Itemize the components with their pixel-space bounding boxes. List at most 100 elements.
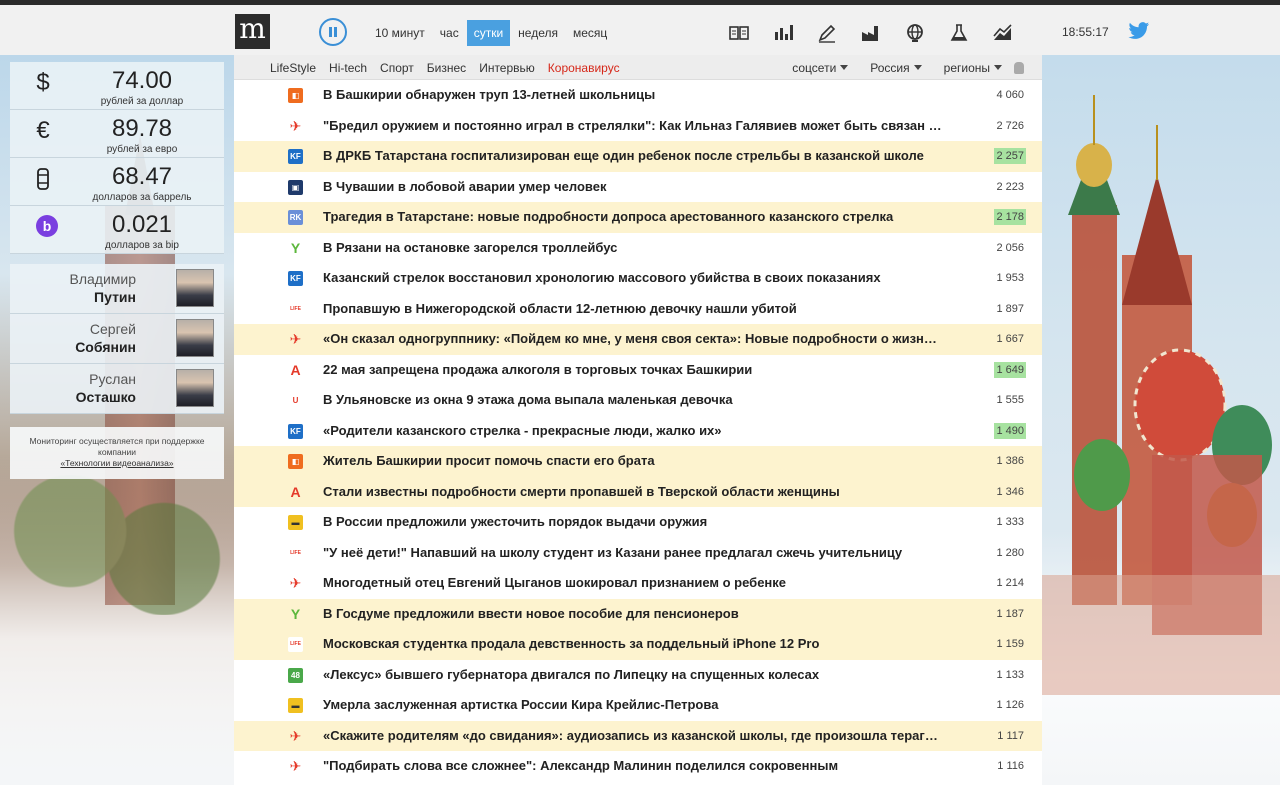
news-row[interactable]: ✈ «Он сказал одногруппнику: «Пойдем ко мн… bbox=[234, 324, 1042, 355]
news-title[interactable]: В России предложили ужесточить порядок в… bbox=[323, 514, 943, 529]
period-hour[interactable]: час bbox=[433, 20, 466, 46]
support-link[interactable]: «Технологии видеоанализа» bbox=[60, 458, 173, 468]
source-kf-icon[interactable]: KF bbox=[288, 271, 303, 286]
source-u-red-icon[interactable]: U bbox=[288, 393, 303, 408]
news-title[interactable]: «Скажите родителям «до свидания»: аудиоз… bbox=[323, 728, 943, 743]
source-y-green-icon[interactable]: Y bbox=[288, 606, 303, 622]
twitter-icon[interactable] bbox=[1128, 21, 1150, 41]
news-row[interactable]: A 22 мая запрещена продажа алкоголя в тор… bbox=[234, 354, 1042, 385]
news-row[interactable]: A Стали известны подробности смерти пропа… bbox=[234, 476, 1042, 507]
news-row[interactable]: ✈ «Скажите родителям «до свидания»: аудио… bbox=[234, 720, 1042, 751]
newspaper-icon[interactable] bbox=[728, 22, 750, 44]
subnav-lifestyle[interactable]: LifeStyle bbox=[270, 61, 316, 75]
source-48-icon[interactable]: 48 bbox=[288, 667, 303, 683]
trend-icon[interactable] bbox=[992, 22, 1014, 44]
news-row[interactable]: ✈ "Бредил оружием и постоянно играл в стр… bbox=[234, 110, 1042, 141]
globe-icon[interactable] bbox=[904, 22, 926, 44]
source-bird-red-icon[interactable]: ✈ bbox=[288, 759, 303, 774]
source-bird-red-icon[interactable]: ✈ bbox=[288, 728, 303, 744]
news-row[interactable]: KF В ДРКБ Татарстана госпитализирован еще… bbox=[234, 141, 1042, 172]
news-title[interactable]: "У неё дети!" Напавший на школу студент … bbox=[323, 545, 943, 560]
subnav-hitech[interactable]: Hi-tech bbox=[329, 61, 367, 75]
news-title[interactable]: В Госдуме предложили ввести новое пособи… bbox=[323, 606, 943, 621]
news-row[interactable]: U В Ульяновске из окна 9 этажа дома выпал… bbox=[234, 385, 1042, 416]
news-title[interactable]: В ДРКБ Татарстана госпитализирован еще о… bbox=[323, 148, 943, 163]
news-row[interactable]: LIFE Пропавшую в Нижегородской области 12… bbox=[234, 293, 1042, 324]
news-title[interactable]: Житель Башкирии просит помочь спасти его… bbox=[323, 453, 943, 468]
period-day[interactable]: сутки bbox=[466, 20, 511, 46]
source-square-orange-icon[interactable]: ◧ bbox=[288, 454, 303, 469]
site-logo[interactable]: m bbox=[235, 14, 270, 49]
news-row[interactable]: ✈ "Подбирать слова все сложнее": Александ… bbox=[234, 751, 1042, 782]
subnav-interview[interactable]: Интервью bbox=[479, 61, 535, 75]
news-row[interactable]: ▬ Умерла заслуженная артистка России Кира… bbox=[234, 690, 1042, 721]
subnav-coronavirus[interactable]: Коронавирус bbox=[548, 61, 620, 75]
pen-icon[interactable] bbox=[816, 22, 838, 44]
period-month[interactable]: месяц bbox=[566, 20, 614, 46]
news-title[interactable]: Пропавшую в Нижегородской области 12-лет… bbox=[323, 301, 943, 316]
news-title[interactable]: Умерла заслуженная артистка России Кира … bbox=[323, 697, 943, 712]
news-row[interactable]: ▬ В России предложили ужесточить порядок … bbox=[234, 507, 1042, 538]
source-life-icon[interactable]: LIFE bbox=[288, 545, 303, 561]
source-y-green-icon[interactable]: Y bbox=[288, 240, 303, 256]
person-ostashko[interactable]: Руслан Осташко bbox=[10, 364, 224, 414]
subnav-sport[interactable]: Спорт bbox=[380, 61, 414, 75]
news-row[interactable]: Y В Рязани на остановке загорелся троллей… bbox=[234, 232, 1042, 263]
subnav-business[interactable]: Бизнес bbox=[427, 61, 466, 75]
news-title[interactable]: «Он сказал одногруппнику: «Пойдем ко мне… bbox=[323, 331, 943, 346]
news-row[interactable]: RK Трагедия в Татарстане: новые подробнос… bbox=[234, 202, 1042, 233]
filter-socials[interactable]: соцсети bbox=[792, 61, 849, 75]
news-title[interactable]: 22 мая запрещена продажа алкоголя в торг… bbox=[323, 362, 943, 377]
news-title[interactable]: В Башкирии обнаружен труп 13-летней школ… bbox=[323, 87, 943, 102]
source-rk-icon[interactable]: RK bbox=[288, 210, 303, 225]
chart-bars-icon[interactable] bbox=[772, 22, 794, 44]
news-row[interactable]: Y В Госдуме предложили ввести новое пособ… bbox=[234, 598, 1042, 629]
source-kf-icon[interactable]: KF bbox=[288, 149, 303, 164]
news-title[interactable]: Казанский стрелок восстановил хронологию… bbox=[323, 270, 943, 285]
person-putin[interactable]: Владимир Путин bbox=[10, 264, 224, 314]
news-row[interactable]: ✈ Многодетный отец Евгений Цыганов шокиро… bbox=[234, 568, 1042, 599]
news-row[interactable]: LIFE "У неё дети!" Напавший на школу студ… bbox=[234, 537, 1042, 568]
news-title[interactable]: В Чувашии в лобовой аварии умер человек bbox=[323, 179, 943, 194]
source-bird-red-icon[interactable]: ✈ bbox=[288, 118, 303, 134]
news-title[interactable]: «Лексус» бывшего губернатора двигался по… bbox=[323, 667, 943, 682]
source-a-red-icon[interactable]: A bbox=[288, 362, 303, 378]
flask-icon[interactable] bbox=[948, 22, 970, 44]
news-title[interactable]: В Рязани на остановке загорелся троллейб… bbox=[323, 240, 943, 255]
news-title[interactable]: Стали известны подробности смерти пропав… bbox=[323, 484, 943, 499]
news-row[interactable]: KF «Родители казанского стрелка - прекрас… bbox=[234, 415, 1042, 446]
news-row[interactable]: LIFE Московская студентка продала девстве… bbox=[234, 629, 1042, 660]
source-a-red-icon[interactable]: A bbox=[288, 484, 303, 500]
news-title[interactable]: Трагедия в Татарстане: новые подробности… bbox=[323, 209, 943, 224]
rate-euro[interactable]: € 89.78 рублей за евро bbox=[10, 110, 224, 158]
period-10min[interactable]: 10 минут bbox=[368, 20, 432, 46]
factory-icon[interactable] bbox=[860, 22, 882, 44]
rate-oil[interactable]: 68.47 долларов за баррель bbox=[10, 158, 224, 206]
news-title[interactable]: Московская студентка продала девственнос… bbox=[323, 636, 943, 651]
news-row[interactable]: ◧ В Башкирии обнаружен труп 13-летней шко… bbox=[234, 80, 1042, 111]
source-life-icon[interactable]: LIFE bbox=[288, 637, 303, 652]
source-square-orange-icon[interactable]: ◧ bbox=[288, 88, 303, 103]
period-week[interactable]: неделя bbox=[511, 20, 565, 46]
source-bird-red-icon[interactable]: ✈ bbox=[288, 332, 303, 347]
news-title[interactable]: "Подбирать слова все сложнее": Александр… bbox=[323, 758, 943, 773]
pause-icon[interactable] bbox=[319, 18, 347, 46]
filter-russia[interactable]: Россия bbox=[870, 61, 922, 75]
filter-regions[interactable]: регионы bbox=[944, 61, 1002, 75]
news-row[interactable]: ▣ В Чувашии в лобовой аварии умер человек… bbox=[234, 171, 1042, 202]
source-kf-icon[interactable]: KF bbox=[288, 423, 303, 439]
news-row[interactable]: KF Казанский стрелок восстановил хронолог… bbox=[234, 263, 1042, 294]
android-icon[interactable] bbox=[1014, 62, 1024, 74]
news-title[interactable]: «Родители казанского стрелка - прекрасны… bbox=[323, 423, 943, 438]
person-sobyanin[interactable]: Сергей Собянин bbox=[10, 314, 224, 364]
news-row[interactable]: ◧ Житель Башкирии просит помочь спасти ег… bbox=[234, 446, 1042, 477]
rate-bip[interactable]: b 0.021 долларов за bip bbox=[10, 206, 224, 254]
news-row[interactable]: 48 «Лексус» бывшего губернатора двигался … bbox=[234, 659, 1042, 690]
source-life-icon[interactable]: LIFE bbox=[288, 301, 303, 317]
news-title[interactable]: В Ульяновске из окна 9 этажа дома выпала… bbox=[323, 392, 943, 407]
news-title[interactable]: Многодетный отец Евгений Цыганов шокиров… bbox=[323, 575, 943, 590]
news-title[interactable]: "Бредил оружием и постоянно играл в стре… bbox=[323, 118, 943, 133]
source-yellow-car-icon[interactable]: ▬ bbox=[288, 515, 303, 530]
source-bird-red-icon[interactable]: ✈ bbox=[288, 576, 303, 591]
rate-dollar[interactable]: $ 74.00 рублей за доллар bbox=[10, 62, 224, 110]
